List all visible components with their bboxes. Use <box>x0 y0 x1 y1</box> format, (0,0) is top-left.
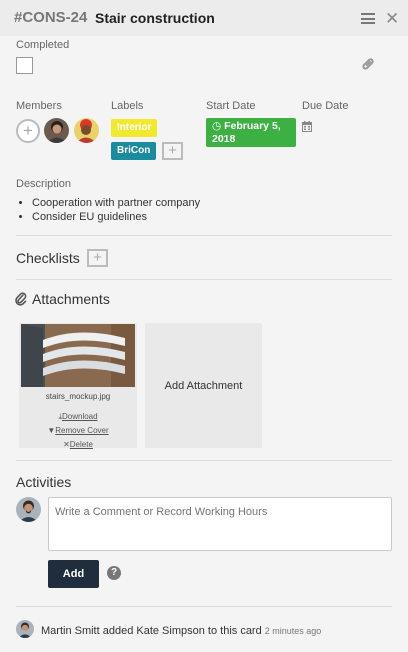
start-date-line2: 2018 <box>212 133 236 145</box>
label-bricon[interactable]: BriCon <box>111 142 157 160</box>
current-user-avatar <box>16 497 41 522</box>
member-avatar[interactable] <box>44 118 69 143</box>
delete-link[interactable]: ✕Delete <box>19 434 137 452</box>
description-label: Description <box>16 178 72 190</box>
description-item: Cooperation with partner company <box>32 196 200 210</box>
add-attachment-label: Add Attachment <box>164 380 243 392</box>
card-title[interactable]: Stair construction <box>95 10 215 26</box>
labels-label: Labels <box>111 100 144 112</box>
attachment-thumbnail[interactable] <box>21 324 135 392</box>
comment-input[interactable] <box>48 497 392 551</box>
add-member-button[interactable]: + <box>16 119 40 143</box>
members-label: Members <box>16 100 62 112</box>
activity-text: Martin Smitt added Kate Simpson to this … <box>41 625 262 637</box>
help-icon[interactable]: ? <box>107 566 121 580</box>
card-id: #CONS-24 <box>14 9 88 26</box>
member-avatar[interactable] <box>74 118 99 143</box>
activity-avatar <box>16 620 34 638</box>
divider <box>16 235 392 236</box>
delete-icon: ✕ <box>63 440 70 449</box>
attachment-filename: stairs_mockup.jpg <box>45 392 111 401</box>
divider <box>16 460 392 461</box>
add-checklist-button[interactable]: + <box>87 249 108 267</box>
clock-icon: ◷ <box>212 120 222 132</box>
start-date-badge[interactable]: ◷ February 5, 2018 <box>206 118 296 147</box>
description-list[interactable]: Cooperation with partner company Conside… <box>32 196 200 224</box>
start-date-line1: February 5, <box>224 120 281 132</box>
add-label-button[interactable]: + <box>162 142 183 160</box>
divider <box>16 606 392 607</box>
activity-entry: Martin Smitt added Kate Simpson to this … <box>41 625 321 637</box>
completed-checkbox[interactable] <box>16 57 33 74</box>
add-comment-button[interactable]: Add <box>48 560 99 588</box>
activity-time: 2 minutes ago <box>264 626 322 636</box>
description-item: Consider EU guidelines <box>32 210 200 224</box>
start-date-label: Start Date <box>206 100 256 112</box>
paperclip-icon <box>15 292 27 311</box>
link-icon[interactable] <box>360 56 376 77</box>
attachments-title: Attachments <box>32 291 110 307</box>
due-date-label: Due Date <box>302 100 349 112</box>
label-interior[interactable]: Interior <box>111 119 158 137</box>
completed-label: Completed <box>16 39 70 51</box>
calendar-icon[interactable] <box>302 119 312 137</box>
checklists-title: Checklists <box>16 250 80 266</box>
close-icon[interactable]: ✕ <box>385 9 399 29</box>
menu-icon[interactable] <box>361 13 375 24</box>
divider <box>16 279 392 280</box>
activities-title: Activities <box>16 474 72 490</box>
